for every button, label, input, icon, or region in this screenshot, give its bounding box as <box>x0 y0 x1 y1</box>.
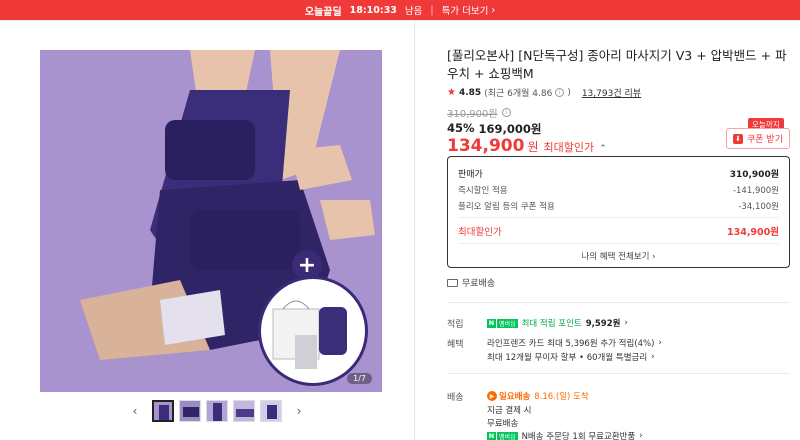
thumbnail-4[interactable] <box>233 400 255 422</box>
chevron-right-icon: › <box>624 318 628 328</box>
benefit-line-1[interactable]: 라인프렌즈 카드 최대 5,396원 추가 적립(4%) › <box>487 337 662 349</box>
points-label: 적립 <box>447 320 464 330</box>
download-icon: ⬇ <box>733 133 743 144</box>
delivery-line-4[interactable]: N 멤버십 N배송 주문당 1회 무료교환반품 › <box>487 430 643 440</box>
price-box-divider <box>458 243 779 244</box>
section-divider <box>447 373 790 374</box>
price-row-label: 판매가 <box>458 170 483 180</box>
more-deals-link[interactable]: 특가 더보기 › <box>441 3 496 18</box>
info-icon[interactable]: i <box>555 88 565 97</box>
thumbnail-3[interactable] <box>206 400 228 422</box>
rating-detail-end: ) <box>567 87 571 98</box>
countdown-suffix: 남음 <box>404 6 423 17</box>
delivery-label: 배송 <box>447 393 464 403</box>
chevron-right-icon: › <box>658 338 662 348</box>
chevron-right-icon: › <box>651 352 655 362</box>
price-row-label: 즉시할인 적용 <box>458 186 508 196</box>
delivery-date: 8.16.(일) 도착 <box>534 392 589 402</box>
chevron-up-icon[interactable]: ⌃ <box>599 144 607 154</box>
countdown-time: 18:10:33 <box>349 4 397 16</box>
product-title: [풀리오본사] [N단독구성] 종아리 마사지기 V3 + 압박밴드 + 파우치… <box>447 48 787 81</box>
bag-pouch-icon <box>272 300 347 369</box>
delivery-line-2: 지금 결제 시 <box>487 406 532 416</box>
top-deal-banner[interactable]: 오늘끝딜 18:10:33 남음 | 특가 더보기 › <box>0 0 800 20</box>
benefit-installment-text: 최대 12개월 무이자 할부 • 60개월 특별금리 <box>487 353 648 363</box>
sunday-delivery-badge: ▶ 일요배송 <box>487 390 530 402</box>
discount-price: 169,000원 <box>478 122 542 136</box>
final-price-row[interactable]: 134,900 원 최대할인가 ⌃ <box>447 136 607 156</box>
final-price-amount: 134,900 <box>447 136 525 156</box>
all-benefits-label: 나의 혜택 전체보기 <box>581 252 650 262</box>
truck-icon <box>447 278 458 287</box>
discount-row: 45% 169,000원 <box>447 121 542 137</box>
delivery-row: ▶ 일요배송 8.16.(일) 도착 <box>487 390 589 402</box>
price-row-label: 풀리오 알림 등의 쿠폰 적용 <box>458 202 555 212</box>
chevron-right-icon: › <box>652 252 656 262</box>
rating-score: 4.85 <box>458 87 482 98</box>
free-shipping-row: 무료배송 <box>447 276 495 289</box>
max-discount-label: 최대할인가 <box>458 227 502 238</box>
original-price: 310,900원 <box>447 109 498 120</box>
price-row-coupon: 풀리오 알림 등의 쿠폰 적용 -34,100원 <box>458 200 779 212</box>
npay-membership-icon: N 멤버십 <box>487 318 518 328</box>
panel-divider <box>414 20 415 440</box>
review-count-link[interactable]: 13,793건 리뷰 <box>582 86 641 99</box>
final-price-unit: 원 <box>527 140 539 154</box>
thumbnail-5[interactable] <box>260 400 282 422</box>
chevron-right-icon: › <box>491 4 496 16</box>
original-price-row: 310,900원 i <box>447 105 511 120</box>
price-box-divider <box>458 217 779 218</box>
discount-percent: 45% <box>447 121 475 135</box>
section-divider <box>447 302 790 303</box>
npay-membership-icon: N 멤버십 <box>487 431 518 440</box>
chevron-right-icon: › <box>639 431 643 440</box>
price-row-instant-discount: 즉시할인 적용 -141,900원 <box>458 184 779 196</box>
delivery-icon: ▶ <box>487 391 497 401</box>
thumbnail-strip: ‹ › <box>128 400 306 422</box>
star-icon: ★ <box>447 87 456 98</box>
price-row-sale: 판매가 310,900원 <box>458 167 779 180</box>
price-row-value: 310,900원 <box>729 170 779 180</box>
points-amount: 9,592원 <box>585 319 621 329</box>
delivery-line-3: 무료배송 <box>487 419 519 429</box>
free-shipping-label: 무료배송 <box>462 279 496 289</box>
final-price-label: 최대할인가 <box>543 141 595 154</box>
product-main-image[interactable]: + 1/7 <box>40 50 382 392</box>
coupon-button-label: 쿠폰 받기 <box>747 135 783 145</box>
benefit-label: 혜택 <box>447 340 464 350</box>
header-divider <box>0 20 800 21</box>
price-row-value: -34,100원 <box>738 202 779 212</box>
info-icon[interactable]: i <box>501 108 511 117</box>
banner-divider: | <box>430 4 434 16</box>
bundle-preview-circle <box>258 276 368 386</box>
price-row-value: -141,900원 <box>732 186 779 196</box>
exchange-return-text: N배송 주문당 1회 무료교환반품 <box>521 432 636 440</box>
coupon-download-button[interactable]: ⬇ 쿠폰 받기 <box>726 128 790 149</box>
benefit-card-text: 라인프렌즈 카드 최대 5,396원 추가 적립(4%) <box>487 339 655 349</box>
price-breakdown-box: 판매가 310,900원 즉시할인 적용 -141,900원 풀리오 알림 등의… <box>447 156 790 268</box>
rating-detail: (최근 6개월 4.86 <box>484 89 553 99</box>
price-row-max-discount: 최대할인가 134,900원 <box>458 224 779 238</box>
image-counter: 1/7 <box>347 373 372 384</box>
points-text: 최대 적립 포인트 <box>521 319 582 329</box>
thumbnail-1[interactable] <box>152 400 174 422</box>
benefit-line-2[interactable]: 최대 12개월 무이자 할부 • 60개월 특별금리 › <box>487 351 655 363</box>
points-row[interactable]: N 멤버십 최대 적립 포인트 9,592원 › <box>487 317 628 329</box>
chevron-right-icon[interactable]: › <box>292 404 306 418</box>
more-deals-label: 특가 더보기 <box>441 6 489 17</box>
chevron-left-icon[interactable]: ‹ <box>128 404 142 418</box>
max-discount-value: 134,900원 <box>726 227 779 238</box>
thumbnail-2[interactable] <box>179 400 201 422</box>
all-benefits-link[interactable]: 나의 혜택 전체보기 › <box>448 250 789 262</box>
deal-brand: 오늘끝딜 <box>304 6 342 18</box>
rating-row: ★ 4.85 (최근 6개월 4.86 i ) 13,793건 리뷰 <box>447 86 641 99</box>
